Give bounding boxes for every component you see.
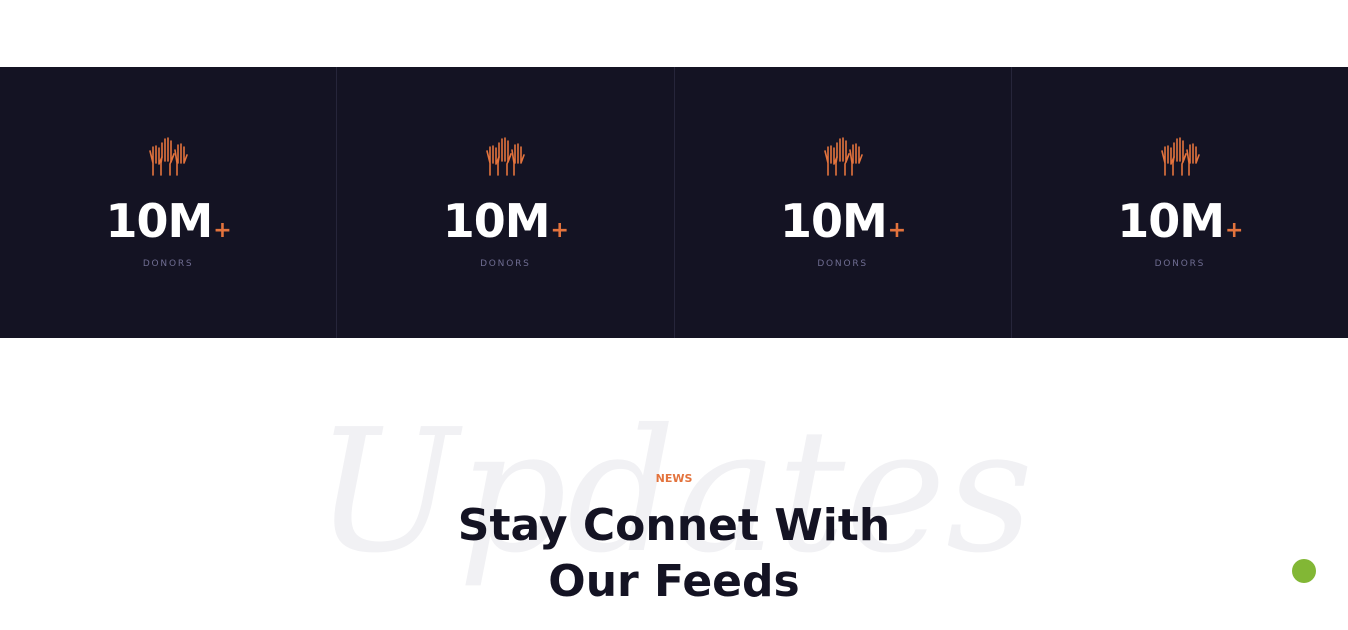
news-section: Updates NEWS Stay Connet With Our Feeds	[0, 338, 1348, 630]
stat-suffix: +	[1225, 218, 1243, 243]
section-eyebrow: NEWS	[655, 472, 693, 485]
stat-value: 10M+	[0, 193, 336, 259]
stat-card-donors-3: 10M+ DONORS	[675, 67, 1012, 338]
section-heading-line2: Our Feeds	[548, 556, 800, 607]
stat-value: 10M+	[337, 193, 673, 259]
stat-card-donors-4: 10M+ DONORS	[1012, 67, 1348, 338]
stat-label: DONORS	[480, 259, 531, 269]
stat-suffix: +	[213, 218, 231, 243]
stat-label: DONORS	[1154, 259, 1206, 269]
stat-card-donors-1: 10M+ DONORS	[0, 67, 338, 338]
stat-value: 10M+	[1012, 193, 1348, 259]
floating-action-button[interactable]	[1292, 559, 1316, 583]
section-heading: Stay Connet With Our Feeds	[0, 498, 1348, 610]
stat-number: 10M	[442, 194, 551, 248]
stat-card-donors-2: 10M+ DONORS	[337, 67, 675, 338]
raised-hands-icon	[149, 137, 188, 176]
stat-label: DONORS	[142, 259, 194, 269]
stat-number: 10M	[1117, 194, 1225, 248]
stat-label: DONORS	[817, 259, 868, 269]
stat-value: 10M+	[675, 193, 1011, 259]
stat-number: 10M	[105, 194, 214, 248]
stats-band: 10M+ DONORS 10M+ DONORS 10M+ DONORS 10M+…	[0, 67, 1348, 338]
raised-hands-icon	[486, 137, 526, 176]
raised-hands-icon	[823, 137, 863, 176]
stat-suffix: +	[550, 218, 569, 243]
raised-hands-icon	[1161, 137, 1200, 176]
stat-suffix: +	[887, 218, 906, 243]
stat-number: 10M	[780, 194, 888, 248]
section-heading-line1: Stay Connet With	[457, 500, 891, 551]
